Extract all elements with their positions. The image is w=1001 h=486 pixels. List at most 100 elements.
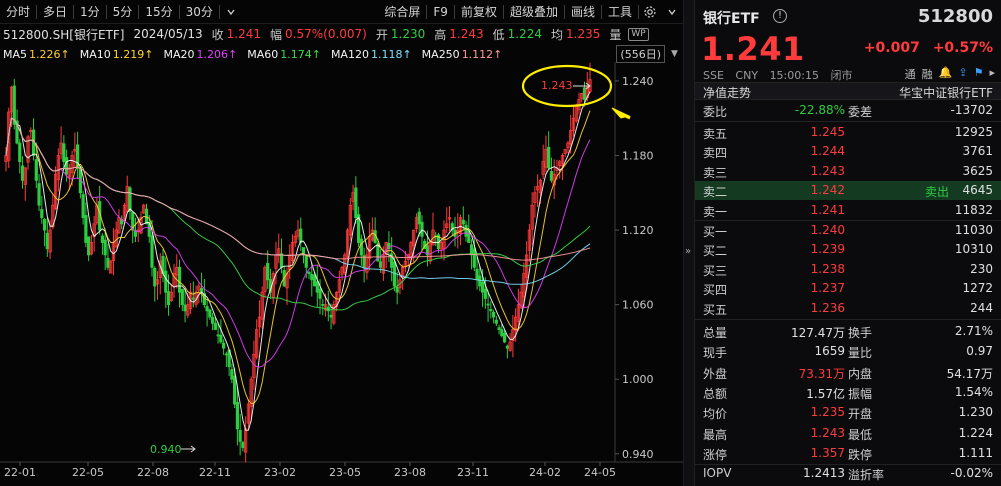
candle <box>266 262 270 281</box>
candle <box>34 159 38 181</box>
nav-trend-label[interactable]: 净值走势 <box>703 84 751 101</box>
ask-row[interactable]: 卖二 1.242 卖出 4645 <box>695 181 1001 201</box>
candle <box>329 314 333 318</box>
y-tick-label: 1.120 <box>622 224 654 237</box>
ma-value: 1.174↑ <box>280 47 321 61</box>
bid-volume: 1272 <box>962 281 993 296</box>
ask-row[interactable]: 卖一 1.241 11832 <box>695 201 1001 220</box>
tab-multiday[interactable]: 多日 <box>37 0 73 24</box>
candle <box>213 322 217 330</box>
connect-badge[interactable]: 通 <box>905 66 916 82</box>
tab-30min[interactable]: 30分 <box>180 0 219 24</box>
stat-value: -0.02% <box>950 466 993 481</box>
time-label: 15:00:15 <box>769 69 819 82</box>
stat-row: 最高 1.243 最低 1.224 <box>695 424 1001 443</box>
f9-button[interactable]: F9 <box>427 0 454 24</box>
collapse-panel-button[interactable]: » <box>683 0 695 486</box>
last-price: 1.241 <box>701 30 805 68</box>
sell-tag: 卖出 <box>925 185 950 200</box>
stat-label: 振幅 <box>848 386 873 401</box>
bid-row[interactable]: 买三 1.238 230 <box>695 260 1001 279</box>
tools-button[interactable]: 工具 <box>602 0 638 24</box>
x-tick-label: 22-05 <box>72 466 104 479</box>
bar-count-label[interactable]: (556日) <box>616 45 665 63</box>
alert-icon[interactable]: ⚑ <box>974 66 984 82</box>
more-icon[interactable]: ▸ <box>989 66 995 82</box>
low-label: 低 <box>492 27 505 42</box>
candle <box>486 303 490 306</box>
x-tick-label: 24-05 <box>584 466 616 479</box>
candle <box>582 87 587 100</box>
ask-row[interactable]: 卖三 1.243 3625 <box>695 162 1001 181</box>
bid-price: 1.239 <box>810 242 845 257</box>
order-ratio-label: 委比 <box>703 105 728 119</box>
candle <box>417 211 421 225</box>
date-label: 2024/05/13 <box>133 27 203 41</box>
share-icon[interactable]: ⇪ <box>958 66 967 82</box>
low-value: 1.224 <box>507 27 542 41</box>
low-arrow-icon <box>181 445 196 453</box>
candle <box>241 442 245 448</box>
bid-row[interactable]: 买四 1.237 1272 <box>695 279 1001 298</box>
double-chevron-right-icon: » <box>685 246 692 257</box>
bid-level-label: 买二 <box>703 244 728 259</box>
stat-value: 1.54% <box>954 384 993 399</box>
candle <box>475 268 479 281</box>
stat-value: 1.230 <box>958 405 993 420</box>
candle <box>505 345 509 349</box>
candle <box>230 369 234 380</box>
bid-level-label: 买一 <box>703 225 728 239</box>
info-icon[interactable]: ! <box>773 9 787 23</box>
bid-price: 1.237 <box>810 281 845 296</box>
open-label: 开 <box>375 27 388 42</box>
bell-icon[interactable]: 🔔 <box>939 66 953 82</box>
price-change: +0.007 +0.57% <box>864 40 993 56</box>
ma-label[interactable]: MA60 <box>247 48 278 61</box>
bid-row[interactable]: 买二 1.239 10310 <box>695 240 1001 259</box>
composite-screen-button[interactable]: 综合屏 <box>378 0 426 24</box>
collapse-triangle-icon[interactable]: ▼ <box>671 49 678 59</box>
forward-adjust-button[interactable]: 前复权 <box>455 0 503 24</box>
candle <box>304 255 308 268</box>
tab-intraday[interactable]: 分时 <box>0 0 36 24</box>
super-overlay-button[interactable]: 超级叠加 <box>504 0 564 24</box>
chevron-down-icon[interactable] <box>220 0 242 24</box>
tab-15min[interactable]: 15分 <box>139 0 178 24</box>
x-tick-label: 23-02 <box>264 466 296 479</box>
candle <box>497 327 501 330</box>
security-name: 银行ETF <box>703 11 760 27</box>
order-ratio-value: -22.88% <box>794 103 845 117</box>
tab-1min[interactable]: 1分 <box>74 0 106 24</box>
x-tick-label: 23-08 <box>394 466 426 479</box>
chevron-down-icon[interactable] <box>661 0 683 24</box>
bid-volume: 230 <box>970 261 993 276</box>
candle <box>62 143 66 163</box>
amp-value: 0.57%(0.007) <box>285 27 367 41</box>
ma-label[interactable]: MA250 <box>422 48 460 61</box>
moving-average-bar: MA5 1.226↑ MA10 1.219↑ MA20 1.206↑ MA60 1.174↑ M… <box>0 45 683 63</box>
bid-row[interactable]: 买一 1.240 11030 <box>695 221 1001 240</box>
ma-label[interactable]: MA10 <box>80 48 111 61</box>
x-tick-label: 22-08 <box>137 466 169 479</box>
ohlc-info-bar: 512800.SH[银行ETF] 2024/05/13 收 1.241 幅 0.… <box>0 25 683 43</box>
stat-value: 127.47万 <box>791 326 845 340</box>
stat-row: 外盘 73.31万 内盘 54.17万 <box>695 363 1001 382</box>
ask-row[interactable]: 卖四 1.244 3761 <box>695 142 1001 161</box>
draw-line-button[interactable]: 画线 <box>565 0 601 24</box>
status-label: 闭市 <box>830 69 853 82</box>
ma-label[interactable]: MA5 <box>3 48 27 61</box>
ma-label[interactable]: MA120 <box>331 48 369 61</box>
bid-row[interactable]: 买五 1.236 244 <box>695 299 1001 318</box>
tab-5min[interactable]: 5分 <box>107 0 139 24</box>
ma-label[interactable]: MA20 <box>163 48 194 61</box>
candlestick-chart[interactable]: 1.240 1.180 1.120 1.060 1.000 0.940 22-01 22-05… <box>0 0 683 486</box>
candle <box>81 194 85 219</box>
wp-badge[interactable]: WP <box>628 27 649 41</box>
gear-icon[interactable] <box>639 0 661 24</box>
ma-value: 1.226↑ <box>29 47 70 61</box>
ask-row[interactable]: 卖五 1.245 12925 <box>695 123 1001 142</box>
nav-trend-row[interactable]: 净值走势 华宝中证银行ETF <box>695 82 1001 100</box>
margin-badge[interactable]: 融 <box>922 66 933 82</box>
bid-price: 1.236 <box>810 300 845 315</box>
candle <box>299 228 303 243</box>
